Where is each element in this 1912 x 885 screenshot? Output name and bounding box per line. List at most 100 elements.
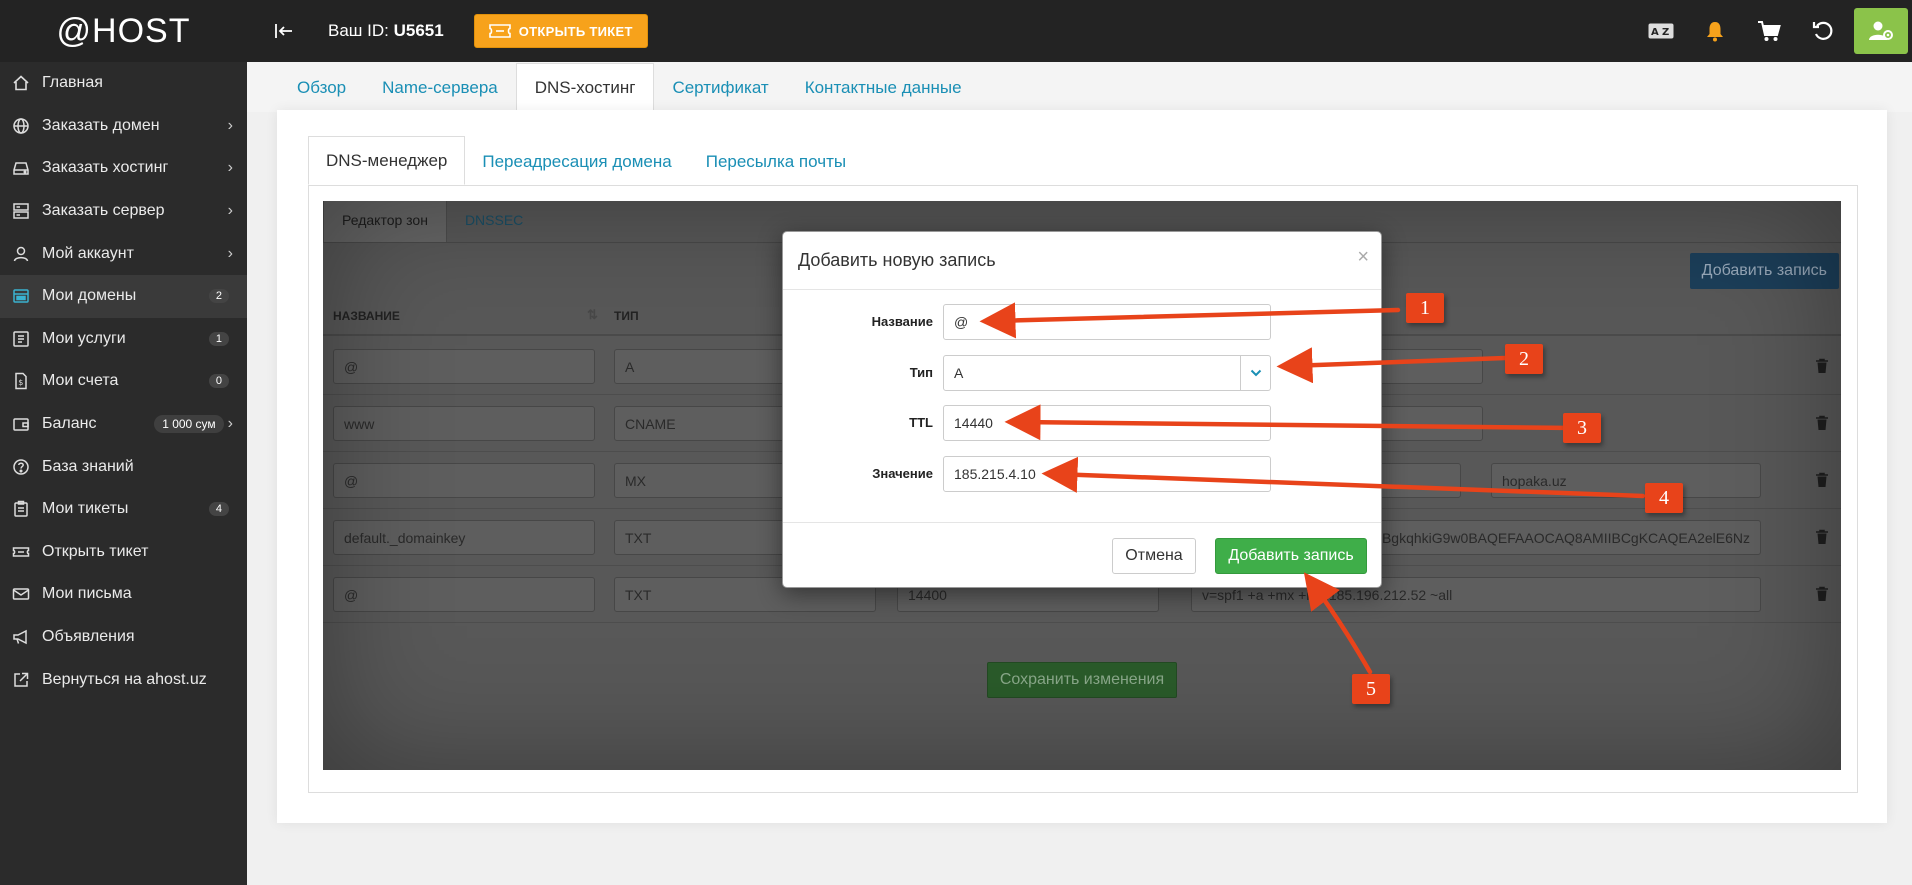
cancel-button[interactable]: Отмена (1112, 538, 1196, 574)
sidebar-item-label: База знаний (42, 457, 134, 475)
dialog-title: Добавить новую запись (798, 250, 996, 270)
sidebar-item-announcements[interactable]: Объявления (0, 616, 247, 659)
type-select[interactable]: A (943, 355, 1271, 391)
sidebar-item-label: Мои счета (42, 372, 119, 390)
trash-icon[interactable] (1815, 529, 1829, 545)
save-changes-button[interactable]: Сохранить изменения (987, 662, 1177, 698)
chevron-right-icon: › (227, 415, 233, 433)
type-select-value: A (954, 365, 964, 381)
record-name-input[interactable]: @ (333, 349, 595, 384)
top-actions: AZ (1634, 0, 1912, 62)
field-row-name: Название @ (783, 304, 1381, 340)
tab-dns-manager[interactable]: DNS-менеджер (308, 136, 466, 185)
name-field[interactable]: @ (943, 304, 1271, 340)
add-record-dialog: Добавить новую запись × Название @ Тип A… (782, 231, 1382, 588)
language-icon[interactable]: AZ (1634, 0, 1688, 62)
user-id-label: Ваш ID: (328, 21, 389, 40)
sidebar-item-my-emails[interactable]: Мои письма (0, 573, 247, 616)
services-icon (12, 330, 30, 348)
domain-icon (12, 287, 30, 305)
ttl-field[interactable]: 14440 (943, 405, 1271, 441)
top-bar: Ваш ID: U5651 ОТКРЫТЬ ТИКЕТ AZ (247, 0, 1912, 62)
bell-icon[interactable] (1688, 0, 1742, 62)
sidebar-item-my-invoices[interactable]: $ Мои счета 0 (0, 360, 247, 403)
tab-dns-hosting[interactable]: DNS-хостинг (515, 63, 655, 112)
sidebar-item-my-services[interactable]: Мои услуги 1 (0, 318, 247, 361)
tab-overview[interactable]: Обзор (279, 78, 364, 112)
ticket-icon (12, 543, 30, 561)
user-id: Ваш ID: U5651 (328, 21, 444, 41)
chevron-right-icon: › (227, 159, 233, 177)
sidebar-item-order-domain[interactable]: Заказать домен › (0, 105, 247, 148)
sidebar-item-my-account[interactable]: Мой аккаунт › (0, 232, 247, 275)
value-field[interactable]: 185.215.4.10 (943, 456, 1271, 492)
brand-logo[interactable]: @HOST (0, 0, 247, 62)
megaphone-icon (12, 628, 30, 646)
cart-icon[interactable] (1742, 0, 1796, 62)
close-icon[interactable]: × (1357, 246, 1369, 269)
record-name-input[interactable]: @ (333, 577, 595, 612)
sidebar-item-label: Объявления (42, 628, 135, 646)
trash-icon[interactable] (1815, 586, 1829, 602)
sidebar-item-label: Мои тикеты (42, 500, 129, 518)
collapse-sidebar-icon[interactable] (274, 21, 294, 41)
sidebar-item-order-server[interactable]: Заказать сервер › (0, 190, 247, 233)
tab-certificate[interactable]: Сертификат (654, 78, 786, 112)
server-icon (12, 202, 30, 220)
ticket-icon (488, 24, 511, 38)
record-name-input[interactable]: @ (333, 463, 595, 498)
trash-icon[interactable] (1815, 358, 1829, 374)
undo-icon[interactable] (1796, 0, 1850, 62)
column-header-type[interactable]: ТИП (614, 309, 639, 323)
sidebar-item-label: Вернуться на ahost.uz (42, 670, 207, 688)
sidebar-item-return-site[interactable]: Вернуться на ahost.uz (0, 658, 247, 701)
sidebar-item-my-domains[interactable]: Мои домены 2 (0, 274, 247, 318)
callout-2: 2 (1505, 344, 1543, 374)
tab-dnssec[interactable]: DNSSEC (447, 212, 541, 242)
domain-tabs: Обзор Name-сервера DNS-хостинг Сертифика… (247, 62, 1912, 112)
sidebar-item-label: Мои домены (42, 287, 137, 305)
column-header-name[interactable]: НАЗВАНИЕ (333, 309, 400, 323)
open-ticket-label: ОТКРЫТЬ ТИКЕТ (518, 23, 633, 39)
tab-domain-redirect[interactable]: Переадресация домена (465, 152, 688, 185)
sidebar-item-order-hosting[interactable]: Заказать хостинг › (0, 147, 247, 190)
chevron-down-icon[interactable] (1240, 356, 1270, 390)
tab-nameservers[interactable]: Name-сервера (364, 78, 516, 112)
sidebar-item-knowledge-base[interactable]: База знаний (0, 445, 247, 488)
sidebar-nav: Главная Заказать домен › Заказать хостин… (0, 62, 247, 701)
value-field-label: Значение (872, 466, 933, 481)
count-badge: 0 (208, 374, 229, 389)
globe-icon (12, 117, 30, 135)
sidebar-item-label: Главная (42, 74, 103, 92)
sidebar-item-label: Баланс (42, 415, 97, 433)
tab-zone-editor[interactable]: Редактор зон (323, 201, 447, 242)
record-name-input[interactable]: www (333, 406, 595, 441)
svg-text:A: A (1651, 27, 1659, 38)
sidebar-item-label: Заказать хостинг (42, 159, 169, 177)
tab-contacts[interactable]: Контактные данные (787, 78, 980, 112)
sidebar-item-home[interactable]: Главная (0, 62, 247, 105)
add-record-button[interactable]: Добавить запись (1689, 253, 1839, 289)
sidebar-item-my-tickets[interactable]: Мои тикеты 4 (0, 488, 247, 531)
sidebar: @HOST Главная Заказать домен › Заказать … (0, 0, 247, 885)
invoice-icon: $ (12, 372, 30, 390)
sidebar-item-label: Открыть тикет (42, 542, 149, 560)
dialog-header: Добавить новую запись × (783, 232, 1381, 290)
open-ticket-button[interactable]: ОТКРЫТЬ ТИКЕТ (473, 14, 648, 48)
submit-add-record-button[interactable]: Добавить запись (1215, 538, 1367, 574)
sidebar-item-open-ticket[interactable]: Открыть тикет (0, 531, 247, 574)
tab-mail-forwarding[interactable]: Пересылка почты (689, 152, 863, 185)
external-link-icon (12, 671, 30, 689)
trash-icon[interactable] (1815, 472, 1829, 488)
trash-icon[interactable] (1815, 415, 1829, 431)
record-name-input[interactable]: default._domainkey (333, 520, 595, 555)
user-settings-button[interactable] (1854, 8, 1908, 54)
field-row-ttl: TTL 14440 (783, 405, 1381, 441)
sidebar-item-balance[interactable]: Баланс 1 000 сум › (0, 403, 247, 446)
dialog-footer: Отмена Добавить запись (783, 522, 1381, 589)
record-value-input[interactable]: hopaka.uz (1491, 463, 1761, 498)
user-icon (12, 245, 30, 263)
count-badge: 1 (208, 331, 229, 346)
sort-icon[interactable]: ⇅ (587, 307, 598, 323)
user-cog-icon (1869, 21, 1893, 40)
